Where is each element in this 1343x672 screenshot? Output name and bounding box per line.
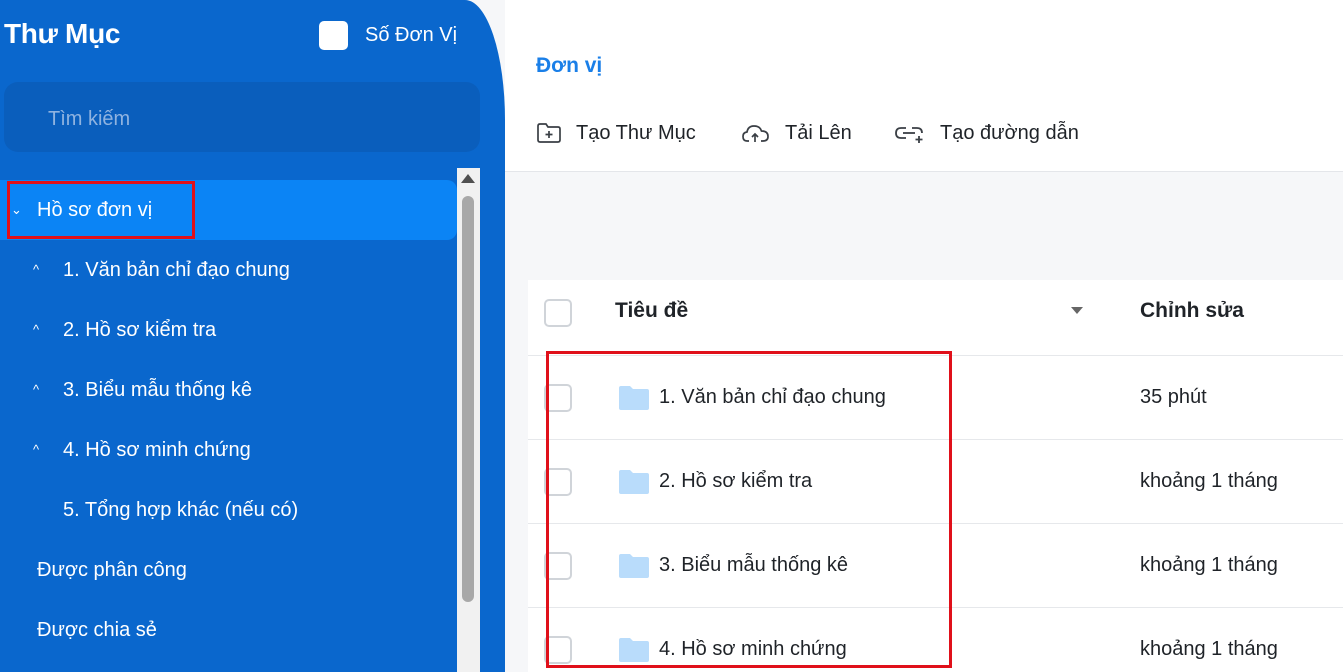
scroll-thumb[interactable] xyxy=(462,196,474,602)
tree-item-duoc-phan-cong[interactable]: Được phân công xyxy=(0,540,457,600)
row-edited: khoảng 1 tháng xyxy=(1140,638,1278,660)
create-link-label: Tạo đường dẫn xyxy=(940,121,1079,144)
tree-item-van-ban-chi-dao[interactable]: ^ 1. Văn bản chỉ đạo chung xyxy=(0,240,457,300)
column-edited-header[interactable]: Chỉnh sửa xyxy=(1140,299,1244,323)
row-edited: khoảng 1 tháng xyxy=(1140,554,1278,576)
cloud-upload-icon xyxy=(742,125,769,142)
sidebar-title: Thư Mục xyxy=(4,18,121,49)
tree-item-label: 5. Tổng hợp khác (nếu có) xyxy=(63,499,299,521)
top-bar: Đơn vị Tạo Thư Mục Tải Lên Tạo đường dẫn xyxy=(505,0,1343,172)
unit-number-checkbox-label[interactable]: Số Đơn Vị xyxy=(365,24,457,47)
folder-plus-icon xyxy=(537,123,561,143)
tree-item-ho-so-kiem-tra[interactable]: ^ 2. Hồ sơ kiểm tra xyxy=(0,300,457,360)
search-input[interactable]: Tìm kiếm xyxy=(4,82,480,152)
sort-caret-icon[interactable] xyxy=(1071,307,1083,314)
tree-item-bieu-mau-thong-ke[interactable]: ^ 3. Biểu mẫu thống kê xyxy=(0,360,457,420)
link-plus-icon xyxy=(895,127,923,143)
tree-item-label: 2. Hồ sơ kiểm tra xyxy=(63,319,217,341)
search-placeholder: Tìm kiếm xyxy=(48,108,131,130)
row-edited: 35 phút xyxy=(1140,386,1207,408)
upload-label: Tải Lên xyxy=(785,121,852,144)
rows-highlight-box xyxy=(546,351,952,668)
create-link-button[interactable]: Tạo đường dẫn xyxy=(894,120,1079,146)
scroll-up-arrow-icon[interactable] xyxy=(461,174,475,183)
tree-item-duoc-chia-se[interactable]: Được chia sẻ xyxy=(0,600,457,660)
tree-item-label: Được chia sẻ xyxy=(37,619,157,641)
unit-number-checkbox[interactable] xyxy=(319,21,348,50)
tree-item-label: 3. Biểu mẫu thống kê xyxy=(63,379,253,401)
chevron-up-icon[interactable]: ^ xyxy=(33,442,39,457)
chevron-up-icon[interactable]: ^ xyxy=(33,262,39,277)
tree-item-label: 1. Văn bản chỉ đạo chung xyxy=(63,259,290,281)
upload-button[interactable]: Tải Lên xyxy=(741,120,852,146)
column-title-header[interactable]: Tiêu đề xyxy=(615,299,688,323)
chevron-up-icon[interactable]: ^ xyxy=(33,382,39,397)
row-edited: khoảng 1 tháng xyxy=(1140,470,1278,492)
sidebar-scrollbar[interactable] xyxy=(457,168,480,672)
tree-item-label: Được phân công xyxy=(37,559,187,581)
create-folder-label: Tạo Thư Mục xyxy=(576,121,696,144)
tree-item-tong-hop-khac[interactable]: 5. Tổng hợp khác (nếu có) xyxy=(0,480,457,540)
selection-highlight-box xyxy=(7,181,195,239)
create-folder-button[interactable]: Tạo Thư Mục xyxy=(536,120,696,146)
tree-item-ho-so-minh-chung[interactable]: ^ 4. Hồ sơ minh chứng xyxy=(0,420,457,480)
table-header: Tiêu đề Chỉnh sửa xyxy=(528,280,1343,356)
select-all-checkbox[interactable] xyxy=(544,299,572,327)
sidebar: Thư Mục Số Đơn Vị Tìm kiếm ⌄ Hồ sơ đơn v… xyxy=(0,0,505,672)
breadcrumb[interactable]: Đơn vị xyxy=(536,54,602,78)
tree-item-label: 4. Hồ sơ minh chứng xyxy=(63,439,251,461)
chevron-up-icon[interactable]: ^ xyxy=(33,322,39,337)
